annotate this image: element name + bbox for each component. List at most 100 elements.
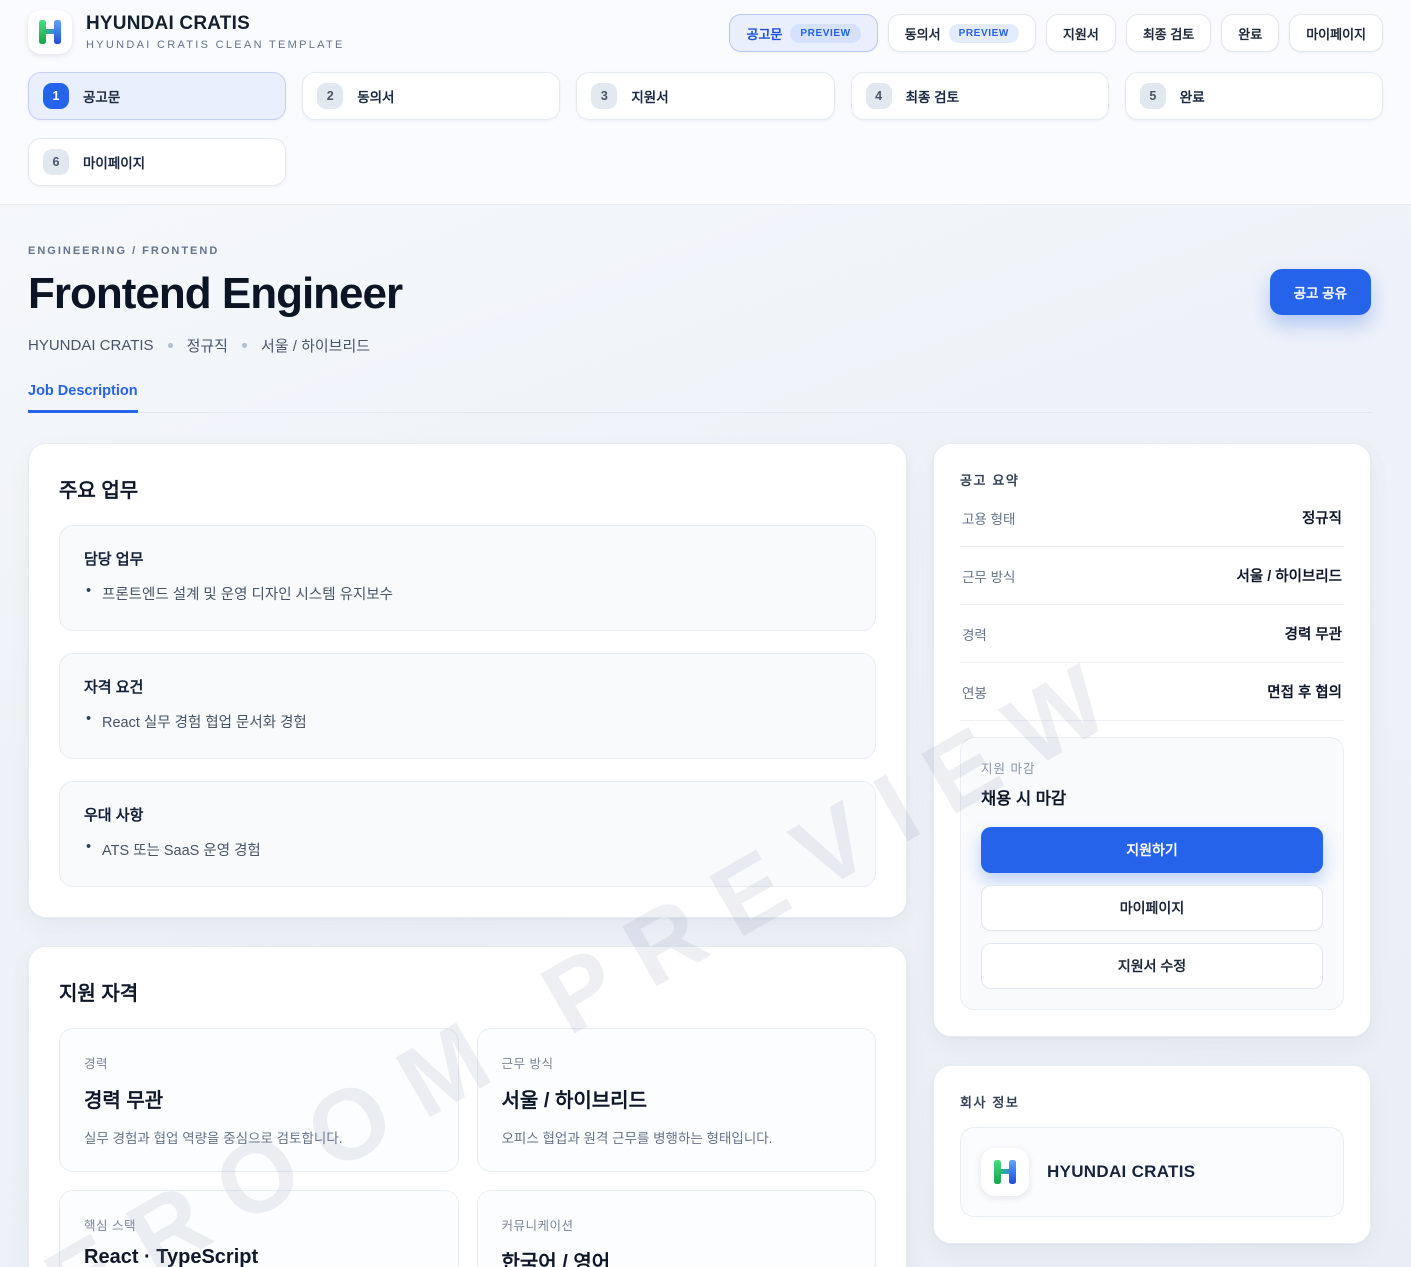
qual-card-core-stack: 핵심 스택 React · TypeScript 제품 UI 설계, 운영, 개… bbox=[59, 1190, 459, 1267]
company-name: HYUNDAI CRATIS bbox=[1047, 1162, 1195, 1182]
step-6-label: 마이페이지 bbox=[83, 152, 145, 172]
tab-job-description[interactable]: Job Description bbox=[28, 383, 138, 413]
duty-group-preferred: 우대 사항 ATS 또는 SaaS 운영 경험 bbox=[59, 781, 876, 887]
duty-group-title: 담당 업무 bbox=[84, 548, 851, 569]
share-posting-button[interactable]: 공고 공유 bbox=[1270, 269, 1371, 315]
nav-consent-button[interactable]: 동의서 PREVIEW bbox=[888, 14, 1036, 52]
summary-row-experience: 경력 경력 무관 bbox=[960, 605, 1344, 663]
nav-announcement-button[interactable]: 공고문 PREVIEW bbox=[729, 14, 877, 52]
qual-value: 서울 / 하이브리드 bbox=[502, 1084, 852, 1113]
step-4-number: 4 bbox=[866, 83, 892, 109]
top-band: HYUNDAI CRATIS HYUNDAI CRATIS CLEAN TEMP… bbox=[0, 0, 1411, 205]
duty-group-responsibilities: 담당 업무 프론트엔드 설계 및 운영 디자인 시스템 유지보수 bbox=[59, 525, 876, 631]
job-meta-location: 서울 / 하이브리드 bbox=[261, 335, 370, 356]
company-logo-icon bbox=[981, 1148, 1029, 1196]
step-1-number: 1 bbox=[43, 83, 69, 109]
qual-description: 실무 경험과 협업 역량을 중심으로 검토합니다. bbox=[84, 1127, 434, 1147]
h-logo-glyph-icon bbox=[994, 1160, 1016, 1184]
step-6-mypage[interactable]: 6 마이페이지 bbox=[28, 138, 286, 186]
nav-announcement-preview-badge: PREVIEW bbox=[790, 24, 860, 43]
company-box: HYUNDAI CRATIS bbox=[960, 1127, 1344, 1217]
job-meta-employment-type: 정규직 bbox=[187, 335, 228, 356]
apply-button[interactable]: 지원하기 bbox=[981, 827, 1323, 873]
job-title: Frontend Engineer bbox=[28, 269, 1371, 319]
job-meta-company: HYUNDAI CRATIS bbox=[28, 337, 154, 354]
summary-label: 근무 방식 bbox=[962, 566, 1015, 586]
qual-value: 경력 무관 bbox=[84, 1084, 434, 1113]
step-5-label: 완료 bbox=[1180, 86, 1205, 106]
qual-value: React · TypeScript bbox=[84, 1246, 434, 1267]
summary-label: 경력 bbox=[962, 624, 987, 644]
qual-card-communication: 커뮤니케이션 한국어 / 영어 문서화와 커뮤니케이션 역량을 함께 봅니다. bbox=[477, 1190, 877, 1267]
nav-mypage-button[interactable]: 마이페이지 bbox=[1289, 14, 1383, 52]
h-logo-glyph-icon bbox=[39, 20, 61, 44]
qual-label: 근무 방식 bbox=[502, 1053, 852, 1072]
qual-label: 커뮤니케이션 bbox=[502, 1215, 852, 1234]
step-indicator: 1 공고문 2 동의서 3 지원서 4 최종 검토 5 완료 6 마이페이지 bbox=[28, 72, 1383, 186]
top-nav: 공고문 PREVIEW 동의서 PREVIEW 지원서 최종 검토 완료 마이페… bbox=[729, 14, 1383, 52]
brand-logo-icon bbox=[28, 10, 72, 54]
brand: HYUNDAI CRATIS HYUNDAI CRATIS CLEAN TEMP… bbox=[28, 10, 345, 54]
summary-value: 면접 후 협의 bbox=[1267, 681, 1342, 702]
duty-group-title: 자격 요건 bbox=[84, 676, 851, 697]
step-2-label: 동의서 bbox=[357, 86, 394, 106]
qual-value: 한국어 / 영어 bbox=[502, 1246, 852, 1267]
step-6-number: 6 bbox=[43, 149, 69, 175]
summary-label: 연봉 bbox=[962, 682, 987, 702]
step-4-final-review[interactable]: 4 최종 검토 bbox=[851, 72, 1109, 120]
deadline-value: 채용 시 마감 bbox=[981, 785, 1323, 809]
qual-card-experience: 경력 경력 무관 실무 경험과 협업 역량을 중심으로 검토합니다. bbox=[59, 1028, 459, 1172]
job-meta: HYUNDAI CRATIS 정규직 서울 / 하이브리드 bbox=[28, 335, 1371, 356]
step-1-label: 공고문 bbox=[83, 86, 120, 106]
deadline-label: 지원 마감 bbox=[981, 758, 1323, 777]
step-5-number: 5 bbox=[1140, 83, 1166, 109]
deadline-box: 지원 마감 채용 시 마감 지원하기 마이페이지 지원서 수정 bbox=[960, 737, 1344, 1010]
right-sidebar: 공고 요약 고용 형태 정규직 근무 방식 서울 / 하이브리드 경력 경력 무… bbox=[933, 443, 1371, 1267]
brand-subtitle: HYUNDAI CRATIS CLEAN TEMPLATE bbox=[86, 39, 345, 51]
main-duties-title: 주요 업무 bbox=[59, 474, 876, 503]
qualifications-card: 지원 자격 경력 경력 무관 실무 경험과 협업 역량을 중심으로 검토합니다.… bbox=[28, 946, 907, 1267]
mypage-button[interactable]: 마이페이지 bbox=[981, 885, 1323, 931]
company-info-title: 회사 정보 bbox=[960, 1092, 1344, 1111]
duty-group-title: 우대 사항 bbox=[84, 804, 851, 825]
step-5-complete[interactable]: 5 완료 bbox=[1125, 72, 1383, 120]
step-3-label: 지원서 bbox=[631, 86, 668, 106]
summary-value: 서울 / 하이브리드 bbox=[1237, 565, 1342, 586]
posting-summary-title: 공고 요약 bbox=[960, 470, 1344, 489]
nav-announcement-label: 공고문 bbox=[746, 24, 782, 43]
summary-row-employment: 고용 형태 정규직 bbox=[960, 489, 1344, 547]
duty-item: ATS 또는 SaaS 운영 경험 bbox=[84, 839, 851, 860]
step-3-application[interactable]: 3 지원서 bbox=[576, 72, 834, 120]
meta-separator-dot bbox=[168, 343, 173, 348]
tab-bar: Job Description bbox=[28, 382, 1371, 413]
left-column: 주요 업무 담당 업무 프론트엔드 설계 및 운영 디자인 시스템 유지보수 자… bbox=[28, 443, 907, 1267]
job-header: ENGINEERING / FRONTEND Frontend Engineer… bbox=[28, 205, 1371, 413]
summary-row-salary: 연봉 면접 후 협의 bbox=[960, 663, 1344, 721]
summary-row-work-style: 근무 방식 서울 / 하이브리드 bbox=[960, 547, 1344, 605]
company-info-card: 회사 정보 HYUNDAI CRATIS bbox=[933, 1065, 1371, 1244]
qual-card-work-style: 근무 방식 서울 / 하이브리드 오피스 협업과 원격 근무를 병행하는 형태입… bbox=[477, 1028, 877, 1172]
step-2-consent[interactable]: 2 동의서 bbox=[302, 72, 560, 120]
nav-complete-label: 완료 bbox=[1238, 24, 1262, 43]
duty-group-requirements: 자격 요건 React 실무 경험 협업 문서화 경험 bbox=[59, 653, 876, 759]
nav-consent-label: 동의서 bbox=[905, 24, 941, 43]
qual-description: 오피스 협업과 원격 근무를 병행하는 형태입니다. bbox=[502, 1127, 852, 1147]
nav-complete-button[interactable]: 완료 bbox=[1221, 14, 1279, 52]
edit-application-button[interactable]: 지원서 수정 bbox=[981, 943, 1323, 989]
nav-final-review-button[interactable]: 최종 검토 bbox=[1126, 14, 1211, 52]
nav-consent-preview-badge: PREVIEW bbox=[949, 24, 1019, 43]
main-content: ENGINEERING / FRONTEND Frontend Engineer… bbox=[0, 205, 1411, 1267]
step-1-announcement[interactable]: 1 공고문 bbox=[28, 72, 286, 120]
nav-application-label: 지원서 bbox=[1063, 24, 1099, 43]
summary-value: 경력 무관 bbox=[1285, 623, 1342, 644]
nav-application-button[interactable]: 지원서 bbox=[1046, 14, 1116, 52]
summary-value: 정규직 bbox=[1302, 507, 1342, 528]
meta-separator-dot bbox=[242, 343, 247, 348]
job-category-breadcrumb: ENGINEERING / FRONTEND bbox=[28, 245, 1371, 257]
duty-item: React 실무 경험 협업 문서화 경험 bbox=[84, 711, 851, 732]
qual-label: 핵심 스택 bbox=[84, 1215, 434, 1234]
qual-label: 경력 bbox=[84, 1053, 434, 1072]
summary-label: 고용 형태 bbox=[962, 508, 1015, 528]
step-4-label: 최종 검토 bbox=[906, 86, 959, 106]
step-2-number: 2 bbox=[317, 83, 343, 109]
